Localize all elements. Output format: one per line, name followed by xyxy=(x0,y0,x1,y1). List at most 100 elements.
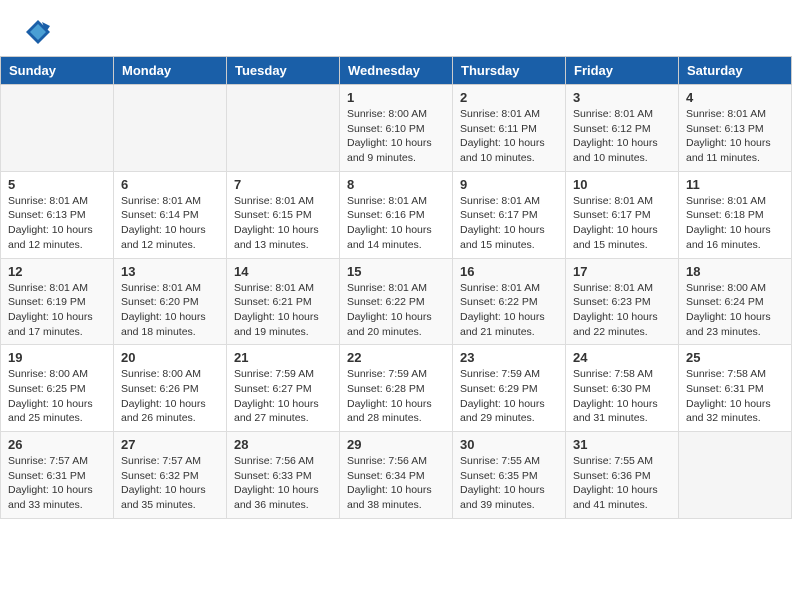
calendar-cell: 25 Sunrise: 7:58 AM Sunset: 6:31 PM Dayli… xyxy=(679,345,792,432)
day-info: Sunrise: 8:01 AM Sunset: 6:21 PM Dayligh… xyxy=(234,281,332,340)
calendar-cell: 18 Sunrise: 8:00 AM Sunset: 6:24 PM Dayli… xyxy=(679,258,792,345)
day-number: 10 xyxy=(573,177,671,192)
day-info: Sunrise: 8:01 AM Sunset: 6:11 PM Dayligh… xyxy=(460,107,558,166)
calendar-cell: 31 Sunrise: 7:55 AM Sunset: 6:36 PM Dayli… xyxy=(566,432,679,519)
day-number: 22 xyxy=(347,350,445,365)
day-info: Sunrise: 8:01 AM Sunset: 6:17 PM Dayligh… xyxy=(573,194,671,253)
day-number: 5 xyxy=(8,177,106,192)
day-info: Sunrise: 8:01 AM Sunset: 6:12 PM Dayligh… xyxy=(573,107,671,166)
calendar-cell xyxy=(227,85,340,172)
calendar-cell: 24Sunrise: 7:58 AM Sunset: 6:30 PM Dayli… xyxy=(566,345,679,432)
day-info: Sunrise: 8:01 AM Sunset: 6:13 PM Dayligh… xyxy=(686,107,784,166)
calendar-cell: 3 Sunrise: 8:01 AM Sunset: 6:12 PM Daylig… xyxy=(566,85,679,172)
weekday-header: Sunday xyxy=(1,57,114,85)
day-info: Sunrise: 7:59 AM Sunset: 6:29 PM Dayligh… xyxy=(460,367,558,426)
day-number: 9 xyxy=(460,177,558,192)
calendar-cell: 17Sunrise: 8:01 AM Sunset: 6:23 PM Dayli… xyxy=(566,258,679,345)
calendar-cell: 12 Sunrise: 8:01 AM Sunset: 6:19 PM Dayli… xyxy=(1,258,114,345)
day-number: 20 xyxy=(121,350,219,365)
day-info: Sunrise: 8:00 AM Sunset: 6:26 PM Dayligh… xyxy=(121,367,219,426)
day-info: Sunrise: 8:01 AM Sunset: 6:16 PM Dayligh… xyxy=(347,194,445,253)
calendar-cell: 14 Sunrise: 8:01 AM Sunset: 6:21 PM Dayli… xyxy=(227,258,340,345)
day-info: Sunrise: 7:55 AM Sunset: 6:35 PM Dayligh… xyxy=(460,454,558,513)
day-number: 15 xyxy=(347,264,445,279)
calendar-week-row: 19Sunrise: 8:00 AM Sunset: 6:25 PM Dayli… xyxy=(1,345,792,432)
calendar-cell xyxy=(1,85,114,172)
weekday-header: Thursday xyxy=(453,57,566,85)
page-header xyxy=(0,0,792,56)
weekday-header: Saturday xyxy=(679,57,792,85)
calendar-cell: 4 Sunrise: 8:01 AM Sunset: 6:13 PM Daylig… xyxy=(679,85,792,172)
day-info: Sunrise: 8:01 AM Sunset: 6:14 PM Dayligh… xyxy=(121,194,219,253)
day-number: 23 xyxy=(460,350,558,365)
day-info: Sunrise: 8:00 AM Sunset: 6:10 PM Dayligh… xyxy=(347,107,445,166)
day-info: Sunrise: 7:59 AM Sunset: 6:28 PM Dayligh… xyxy=(347,367,445,426)
calendar-cell: 23 Sunrise: 7:59 AM Sunset: 6:29 PM Dayli… xyxy=(453,345,566,432)
day-number: 26 xyxy=(8,437,106,452)
weekday-header: Friday xyxy=(566,57,679,85)
day-info: Sunrise: 8:01 AM Sunset: 6:13 PM Dayligh… xyxy=(8,194,106,253)
calendar-cell: 30 Sunrise: 7:55 AM Sunset: 6:35 PM Dayli… xyxy=(453,432,566,519)
day-number: 31 xyxy=(573,437,671,452)
calendar-cell: 29Sunrise: 7:56 AM Sunset: 6:34 PM Dayli… xyxy=(340,432,453,519)
day-number: 29 xyxy=(347,437,445,452)
day-number: 25 xyxy=(686,350,784,365)
calendar-cell: 19Sunrise: 8:00 AM Sunset: 6:25 PM Dayli… xyxy=(1,345,114,432)
day-number: 1 xyxy=(347,90,445,105)
calendar-cell: 8Sunrise: 8:01 AM Sunset: 6:16 PM Daylig… xyxy=(340,171,453,258)
day-info: Sunrise: 7:58 AM Sunset: 6:31 PM Dayligh… xyxy=(686,367,784,426)
day-number: 27 xyxy=(121,437,219,452)
logo-icon xyxy=(24,18,52,46)
calendar-cell: 1 Sunrise: 8:00 AM Sunset: 6:10 PM Daylig… xyxy=(340,85,453,172)
day-number: 28 xyxy=(234,437,332,452)
calendar-cell: 5 Sunrise: 8:01 AM Sunset: 6:13 PM Daylig… xyxy=(1,171,114,258)
calendar-week-row: 5 Sunrise: 8:01 AM Sunset: 6:13 PM Daylig… xyxy=(1,171,792,258)
day-number: 12 xyxy=(8,264,106,279)
calendar-cell: 2 Sunrise: 8:01 AM Sunset: 6:11 PM Daylig… xyxy=(453,85,566,172)
calendar-cell: 21 Sunrise: 7:59 AM Sunset: 6:27 PM Dayli… xyxy=(227,345,340,432)
weekday-header: Monday xyxy=(114,57,227,85)
calendar-cell: 20 Sunrise: 8:00 AM Sunset: 6:26 PM Dayli… xyxy=(114,345,227,432)
day-number: 14 xyxy=(234,264,332,279)
calendar-cell: 11 Sunrise: 8:01 AM Sunset: 6:18 PM Dayli… xyxy=(679,171,792,258)
day-number: 4 xyxy=(686,90,784,105)
day-number: 13 xyxy=(121,264,219,279)
day-number: 2 xyxy=(460,90,558,105)
calendar-cell xyxy=(114,85,227,172)
logo xyxy=(24,18,56,46)
day-info: Sunrise: 8:01 AM Sunset: 6:22 PM Dayligh… xyxy=(347,281,445,340)
day-info: Sunrise: 8:00 AM Sunset: 6:25 PM Dayligh… xyxy=(8,367,106,426)
calendar-cell: 15 Sunrise: 8:01 AM Sunset: 6:22 PM Dayli… xyxy=(340,258,453,345)
day-info: Sunrise: 8:01 AM Sunset: 6:22 PM Dayligh… xyxy=(460,281,558,340)
calendar-cell: 27 Sunrise: 7:57 AM Sunset: 6:32 PM Dayli… xyxy=(114,432,227,519)
day-number: 30 xyxy=(460,437,558,452)
day-info: Sunrise: 8:01 AM Sunset: 6:19 PM Dayligh… xyxy=(8,281,106,340)
calendar-week-row: 12 Sunrise: 8:01 AM Sunset: 6:19 PM Dayli… xyxy=(1,258,792,345)
day-number: 11 xyxy=(686,177,784,192)
day-info: Sunrise: 7:57 AM Sunset: 6:31 PM Dayligh… xyxy=(8,454,106,513)
calendar-cell: 9 Sunrise: 8:01 AM Sunset: 6:17 PM Daylig… xyxy=(453,171,566,258)
day-info: Sunrise: 7:57 AM Sunset: 6:32 PM Dayligh… xyxy=(121,454,219,513)
calendar-cell: 28 Sunrise: 7:56 AM Sunset: 6:33 PM Dayli… xyxy=(227,432,340,519)
calendar-cell xyxy=(679,432,792,519)
day-number: 24 xyxy=(573,350,671,365)
calendar-cell: 7Sunrise: 8:01 AM Sunset: 6:15 PM Daylig… xyxy=(227,171,340,258)
day-number: 18 xyxy=(686,264,784,279)
day-info: Sunrise: 7:55 AM Sunset: 6:36 PM Dayligh… xyxy=(573,454,671,513)
weekday-header: Wednesday xyxy=(340,57,453,85)
day-number: 3 xyxy=(573,90,671,105)
day-info: Sunrise: 8:01 AM Sunset: 6:23 PM Dayligh… xyxy=(573,281,671,340)
day-info: Sunrise: 8:01 AM Sunset: 6:18 PM Dayligh… xyxy=(686,194,784,253)
day-number: 21 xyxy=(234,350,332,365)
day-info: Sunrise: 8:00 AM Sunset: 6:24 PM Dayligh… xyxy=(686,281,784,340)
day-info: Sunrise: 7:56 AM Sunset: 6:33 PM Dayligh… xyxy=(234,454,332,513)
weekday-header: Tuesday xyxy=(227,57,340,85)
calendar-cell: 10 Sunrise: 8:01 AM Sunset: 6:17 PM Dayli… xyxy=(566,171,679,258)
calendar-cell: 22 Sunrise: 7:59 AM Sunset: 6:28 PM Dayli… xyxy=(340,345,453,432)
day-info: Sunrise: 7:59 AM Sunset: 6:27 PM Dayligh… xyxy=(234,367,332,426)
calendar-cell: 13Sunrise: 8:01 AM Sunset: 6:20 PM Dayli… xyxy=(114,258,227,345)
calendar-cell: 6Sunrise: 8:01 AM Sunset: 6:14 PM Daylig… xyxy=(114,171,227,258)
calendar-week-row: 26 Sunrise: 7:57 AM Sunset: 6:31 PM Dayli… xyxy=(1,432,792,519)
day-info: Sunrise: 8:01 AM Sunset: 6:15 PM Dayligh… xyxy=(234,194,332,253)
day-info: Sunrise: 8:01 AM Sunset: 6:17 PM Dayligh… xyxy=(460,194,558,253)
